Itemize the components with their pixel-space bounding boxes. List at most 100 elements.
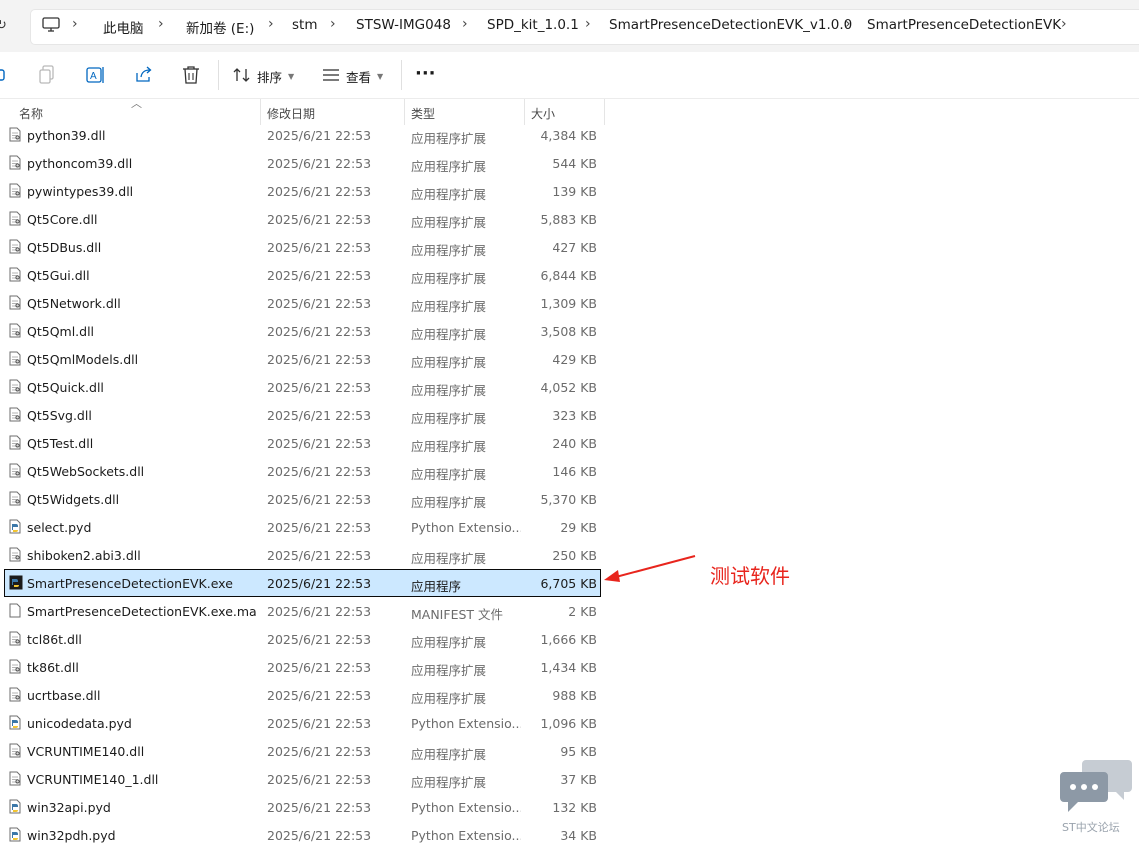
breadcrumb-this-pc[interactable]: 此电脑: [103, 17, 144, 37]
file-modified-date: 2025/6/21 22:53: [267, 632, 372, 647]
file-row[interactable]: Qt5Network.dll 2025/6/21 22:53 应用程序扩展 1,309…: [0, 289, 605, 317]
dll-file-icon: [9, 211, 21, 226]
breadcrumb-separator-icon[interactable]: ›: [845, 16, 851, 32]
file-type: 应用程序扩展: [411, 187, 487, 202]
file-row[interactable]: Qt5Widgets.dll 2025/6/21 22:53 应用程序扩展 5,370…: [0, 485, 605, 513]
file-name: SmartPresenceDetectionEVK.exe: [27, 576, 233, 591]
file-row[interactable]: ucrtbase.dll 2025/6/21 22:53 应用程序扩展 988 KB: [0, 681, 605, 709]
file-row[interactable]: win32pdh.pyd 2025/6/21 22:53 Python Extens…: [0, 821, 605, 849]
file-name: python39.dll: [27, 128, 106, 143]
breadcrumb-spd-kit[interactable]: SPD_kit_1.0.1: [487, 17, 579, 33]
file-row[interactable]: win32api.pyd 2025/6/21 22:53 Python Extens…: [0, 793, 605, 821]
file-type: 应用程序扩展: [411, 747, 487, 762]
breadcrumb-expand-chevron-icon[interactable]: ›: [1061, 16, 1067, 32]
file-row[interactable]: unicodedata.pyd 2025/6/21 22:53 Python Ext…: [0, 709, 605, 737]
breadcrumb-separator-icon[interactable]: ›: [330, 16, 336, 32]
breadcrumb-separator-icon[interactable]: ›: [158, 16, 164, 32]
delete-icon[interactable]: [182, 65, 200, 89]
breadcrumb-stm[interactable]: stm: [292, 17, 317, 33]
breadcrumb-separator-icon[interactable]: ›: [462, 16, 468, 32]
file-name: Qt5Test.dll: [27, 436, 94, 451]
this-pc-icon[interactable]: [42, 17, 60, 37]
file-name: select.pyd: [27, 520, 92, 535]
toolbar-divider: [218, 60, 219, 90]
file-size: 427 KB: [552, 240, 597, 255]
dll-file-icon: [9, 743, 21, 758]
sort-button[interactable]: 排序 ▼: [233, 67, 294, 86]
breadcrumb-separator-icon[interactable]: ›: [268, 16, 274, 32]
sort-ascending-icon: ︿: [131, 97, 142, 110]
file-size: 1,096 KB: [540, 716, 597, 731]
file-size: 6,844 KB: [540, 268, 597, 283]
copy-icon[interactable]: [38, 65, 56, 89]
breadcrumb-evk-version[interactable]: SmartPresenceDetectionEVK_v1.0.0: [609, 17, 852, 33]
breadcrumb-separator-icon[interactable]: ›: [585, 16, 591, 32]
view-button[interactable]: 查看 ▼: [322, 67, 383, 86]
file-row-selected[interactable]: SmartPresenceDetectionEVK.exe 2025/6/21 2…: [4, 569, 601, 597]
annotation-arrow-icon: [604, 555, 696, 582]
file-type: 应用程序扩展: [411, 215, 487, 230]
share-icon[interactable]: [134, 65, 154, 89]
file-row[interactable]: Qt5Qml.dll 2025/6/21 22:53 应用程序扩展 3,508 KB: [0, 317, 605, 345]
column-header-size[interactable]: 大小: [531, 105, 555, 122]
file-row[interactable]: VCRUNTIME140.dll 2025/6/21 22:53 应用程序扩展 95 …: [0, 737, 605, 765]
column-header-date[interactable]: 修改日期: [267, 105, 315, 122]
dll-file-icon: [9, 687, 21, 702]
file-row[interactable]: Qt5WebSockets.dll 2025/6/21 22:53 应用程序扩展 14…: [0, 457, 605, 485]
file-row[interactable]: Qt5Gui.dll 2025/6/21 22:53 应用程序扩展 6,844 KB: [0, 261, 605, 289]
dll-file-icon: [9, 155, 21, 170]
file-row[interactable]: shiboken2.abi3.dll 2025/6/21 22:53 应用程序扩展 2…: [0, 541, 605, 569]
file-modified-date: 2025/6/21 22:53: [267, 184, 372, 199]
more-icon: ···: [415, 63, 436, 84]
file-row[interactable]: Qt5DBus.dll 2025/6/21 22:53 应用程序扩展 427 KB: [0, 233, 605, 261]
file-row[interactable]: tcl86t.dll 2025/6/21 22:53 应用程序扩展 1,666 KB: [0, 625, 605, 653]
rename-icon[interactable]: A: [86, 65, 106, 89]
file-modified-date: 2025/6/21 22:53: [267, 324, 372, 339]
file-type: Python Extensio...: [411, 520, 521, 535]
file-row[interactable]: VCRUNTIME140_1.dll 2025/6/21 22:53 应用程序扩展 3…: [0, 765, 605, 793]
more-options-button[interactable]: ···: [415, 63, 436, 84]
file-row[interactable]: Qt5QmlModels.dll 2025/6/21 22:53 应用程序扩展 429…: [0, 345, 605, 373]
file-name: unicodedata.pyd: [27, 716, 132, 731]
file-type: 应用程序扩展: [411, 551, 487, 566]
file-row[interactable]: tk86t.dll 2025/6/21 22:53 应用程序扩展 1,434 KB: [0, 653, 605, 681]
file-row[interactable]: Qt5Test.dll 2025/6/21 22:53 应用程序扩展 240 KB: [0, 429, 605, 457]
file-size: 95 KB: [560, 744, 597, 759]
file-row[interactable]: Qt5Quick.dll 2025/6/21 22:53 应用程序扩展 4,052 K…: [0, 373, 605, 401]
file-name: Qt5Qml.dll: [27, 324, 95, 339]
file-modified-date: 2025/6/21 22:53: [267, 800, 372, 815]
file-name: Qt5DBus.dll: [27, 240, 102, 255]
column-header-name[interactable]: 名称: [19, 105, 43, 122]
breadcrumb-separator-icon[interactable]: ›: [72, 16, 78, 32]
dll-file-icon: [9, 631, 21, 646]
file-size: 4,052 KB: [540, 380, 597, 395]
file-row[interactable]: Qt5Svg.dll 2025/6/21 22:53 应用程序扩展 323 KB: [0, 401, 605, 429]
file-name: win32pdh.pyd: [27, 828, 116, 843]
chevron-down-icon: ▼: [288, 72, 295, 81]
file-row[interactable]: SmartPresenceDetectionEVK.exe.man... 2025…: [0, 597, 605, 625]
file-modified-date: 2025/6/21 22:53: [267, 156, 372, 171]
refresh-icon[interactable]: ↻: [0, 18, 7, 33]
file-type: 应用程序扩展: [411, 383, 487, 398]
file-name: Qt5Network.dll: [27, 296, 121, 311]
file-name: tk86t.dll: [27, 660, 79, 675]
partial-icon[interactable]: [0, 67, 6, 87]
python-file-icon: [9, 519, 21, 534]
breadcrumb-stsw-img048[interactable]: STSW-IMG048: [356, 17, 451, 33]
file-name: Qt5Core.dll: [27, 212, 98, 227]
breadcrumb-drive-e[interactable]: 新加卷 (E:): [186, 17, 254, 37]
column-header-type[interactable]: 类型: [411, 105, 435, 122]
file-row[interactable]: python39.dll 2025/6/21 22:53 应用程序扩展 4,384 K…: [0, 121, 605, 149]
file-name: SmartPresenceDetectionEVK.exe.man...: [27, 604, 257, 619]
breadcrumb-evk-folder[interactable]: SmartPresenceDetectionEVK: [867, 17, 1061, 33]
view-icon: [322, 68, 340, 85]
file-modified-date: 2025/6/21 22:53: [267, 604, 372, 619]
file-size: 6,705 KB: [540, 576, 597, 591]
file-row[interactable]: pywintypes39.dll 2025/6/21 22:53 应用程序扩展 139…: [0, 177, 605, 205]
file-name: shiboken2.abi3.dll: [27, 548, 141, 563]
file-row[interactable]: pythoncom39.dll 2025/6/21 22:53 应用程序扩展 544 …: [0, 149, 605, 177]
file-name: Qt5Quick.dll: [27, 380, 104, 395]
file-row[interactable]: select.pyd 2025/6/21 22:53 Python Extensio…: [0, 513, 605, 541]
dll-file-icon: [9, 435, 21, 450]
file-row[interactable]: Qt5Core.dll 2025/6/21 22:53 应用程序扩展 5,883 KB: [0, 205, 605, 233]
